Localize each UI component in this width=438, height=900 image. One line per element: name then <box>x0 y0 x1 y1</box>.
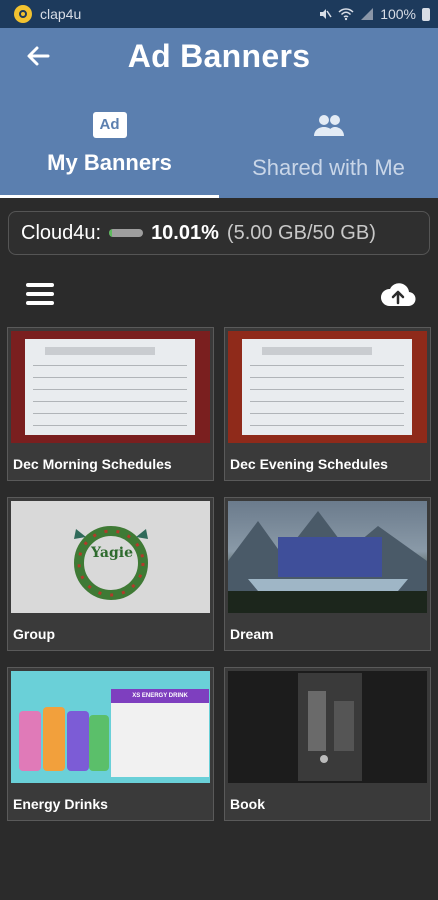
banner-card[interactable]: Yagie Group <box>7 497 214 651</box>
dream-text-box <box>278 537 382 577</box>
banner-card[interactable]: Dec Morning Schedules <box>7 327 214 481</box>
ad-icon: Ad <box>92 112 127 138</box>
banner-title: Energy Drinks <box>13 796 108 812</box>
yagie-thumb-text: Yagie <box>91 545 133 561</box>
banner-title: Book <box>230 796 265 812</box>
storage-percent: 10.01% <box>151 221 219 244</box>
banner-thumbnail: XS ENERGY DRINK <box>11 671 210 783</box>
battery-icon <box>422 7 430 21</box>
status-app-name: clap4u <box>40 6 82 22</box>
banner-thumbnail <box>11 331 210 443</box>
signal-icon <box>361 8 374 20</box>
page-title: Ad Banners <box>127 38 311 74</box>
banner-title: Dec Morning Schedules <box>13 456 172 472</box>
tab-my-banners[interactable]: Ad My Banners <box>0 104 219 198</box>
status-bar: clap4u 100% <box>0 0 438 28</box>
banner-title: Dream <box>230 626 274 642</box>
tab-shared-with-me[interactable]: Shared with Me <box>219 104 438 198</box>
storage-progress-track <box>109 229 144 237</box>
clap4u-app-icon <box>14 5 32 23</box>
menu-icon[interactable] <box>26 283 54 307</box>
bottom-spacer <box>0 878 438 900</box>
active-tab-indicator <box>0 195 219 198</box>
banner-card[interactable]: Book <box>224 667 431 821</box>
people-icon <box>313 115 344 136</box>
banner-thumbnail <box>228 501 427 613</box>
tab-shared-label: Shared with Me <box>252 155 405 180</box>
banner-card[interactable]: XS ENERGY DRINK Energy Drinks <box>7 667 214 821</box>
banner-card[interactable]: Dec Evening Schedules <box>224 327 431 481</box>
tab-my-banners-label: My Banners <box>47 150 172 175</box>
battery-percent: 100% <box>380 6 416 22</box>
cloud-upload-icon[interactable] <box>380 280 416 310</box>
energy-band-text: XS ENERGY DRINK <box>111 689 209 703</box>
wifi-icon <box>338 8 354 21</box>
banner-card[interactable]: Dream <box>224 497 431 651</box>
banner-thumbnail <box>228 671 427 783</box>
storage-progress-fill <box>109 229 113 237</box>
storage-detail: (5.00 GB/50 GB) <box>226 221 376 244</box>
app-header: Ad Banners Ad My Banners Shared with Me <box>0 28 438 198</box>
storage-usage-bar: Cloud4u: 10.01% (5.00 GB/50 GB) <box>8 211 430 255</box>
banner-title: Dec Evening Schedules <box>230 456 388 472</box>
mute-icon <box>320 9 332 19</box>
energy-text-panel: XS ENERGY DRINK <box>111 689 209 777</box>
storage-label: Cloud4u: <box>21 221 102 244</box>
banner-thumbnail <box>228 331 427 443</box>
banner-title: Group <box>13 626 55 642</box>
banner-thumbnail: Yagie <box>11 501 210 613</box>
